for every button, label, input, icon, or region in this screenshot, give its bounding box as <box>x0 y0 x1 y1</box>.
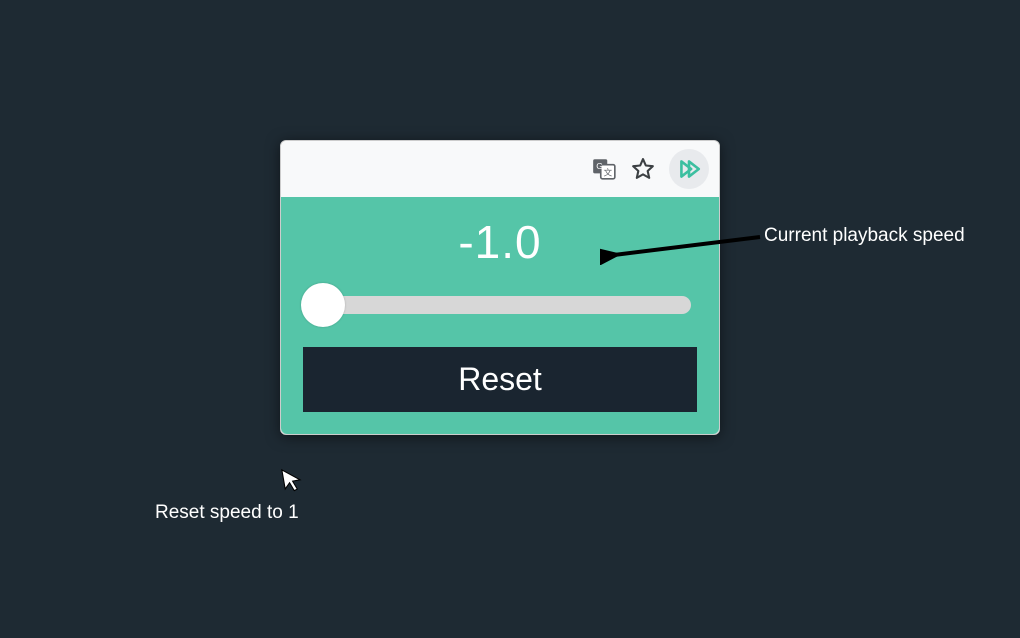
annotation-reset: Reset speed to 1 <box>155 502 299 524</box>
star-icon[interactable] <box>629 155 657 183</box>
svg-text:文: 文 <box>603 167 612 178</box>
speed-slider[interactable] <box>303 283 697 327</box>
current-speed-value: -1.0 <box>303 215 697 269</box>
cursor-icon <box>279 464 307 502</box>
translate-icon[interactable]: G 文 <box>591 156 617 182</box>
extension-icon[interactable] <box>669 149 709 189</box>
browser-toolbar: G 文 <box>281 141 719 197</box>
svg-text:G: G <box>596 161 603 171</box>
reset-button[interactable]: Reset <box>303 347 697 412</box>
slider-thumb[interactable] <box>301 283 345 327</box>
slider-track <box>309 296 691 314</box>
speed-control-panel: -1.0 Reset <box>281 197 719 434</box>
extension-popup: G 文 -1.0 Reset <box>280 140 720 435</box>
annotation-current-speed: Current playback speed <box>764 225 965 247</box>
